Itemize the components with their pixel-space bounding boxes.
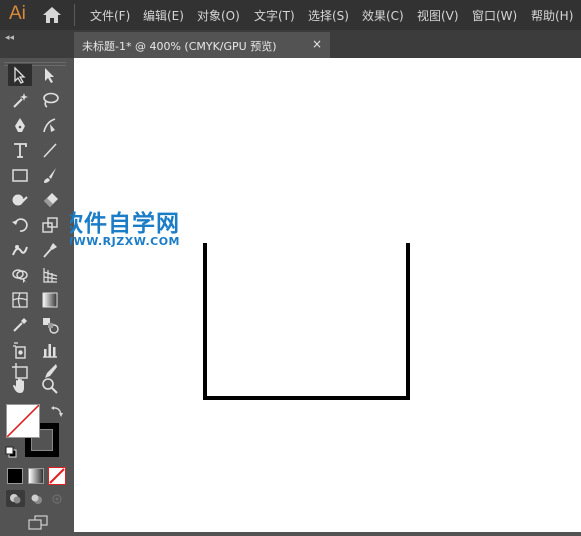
watermark-title: 软件自学网 bbox=[60, 211, 180, 237]
line-segment-icon bbox=[43, 143, 57, 158]
none-mode-icon bbox=[49, 468, 65, 484]
type-tool-icon bbox=[14, 143, 27, 158]
menu-view[interactable]: 视图(V) bbox=[417, 7, 459, 24]
artboard-tool[interactable] bbox=[8, 352, 32, 379]
magic-wand-icon bbox=[13, 93, 28, 108]
draw-normal-button[interactable] bbox=[6, 490, 25, 507]
eyedropper-icon bbox=[13, 318, 27, 332]
selection-tool-icon bbox=[14, 66, 26, 84]
line-segment-tool[interactable] bbox=[38, 139, 62, 161]
pen-tool-icon bbox=[15, 118, 25, 132]
color-mode-button[interactable] bbox=[7, 468, 23, 484]
type-tool[interactable] bbox=[8, 139, 32, 161]
menu-object[interactable]: 对象(O) bbox=[197, 7, 240, 24]
screen-mode-button[interactable] bbox=[26, 514, 50, 532]
blend-tool-icon bbox=[43, 318, 59, 334]
mesh-tool-icon bbox=[12, 292, 28, 308]
close-tab-icon[interactable]: × bbox=[312, 37, 322, 51]
menu-type[interactable]: 文字(T) bbox=[254, 7, 295, 24]
gradient-mode-button[interactable] bbox=[28, 468, 44, 484]
paintbrush-tool[interactable] bbox=[38, 164, 62, 186]
direct-selection-tool[interactable] bbox=[38, 64, 62, 86]
paintbrush-icon bbox=[44, 168, 56, 183]
screen-mode-icon bbox=[28, 515, 48, 530]
watermark-url: WWW.RJZXW.COM bbox=[61, 235, 180, 248]
swap-colors-icon[interactable] bbox=[50, 404, 64, 418]
shaper-tool-icon bbox=[12, 194, 28, 206]
selection-tool[interactable] bbox=[8, 64, 32, 86]
rectangle-tool[interactable] bbox=[8, 164, 32, 186]
perspective-grid-tool[interactable] bbox=[38, 264, 62, 286]
app-logo: Ai bbox=[9, 3, 26, 24]
scale-tool-icon bbox=[42, 217, 58, 233]
lasso-icon bbox=[43, 92, 59, 108]
width-tool[interactable] bbox=[8, 239, 32, 261]
scale-tool[interactable] bbox=[38, 214, 62, 236]
u-shape-path bbox=[203, 243, 410, 400]
zoom-tool-icon bbox=[42, 378, 58, 394]
home-icon[interactable] bbox=[42, 6, 62, 24]
artboard-canvas[interactable] bbox=[74, 58, 581, 532]
menu-file[interactable]: 文件(F) bbox=[90, 7, 130, 24]
document-tab[interactable]: 未标题-1* @ 400% (CMYK/GPU 预览) × bbox=[74, 32, 330, 58]
rotate-tool[interactable] bbox=[8, 214, 32, 236]
draw-inside-button[interactable] bbox=[48, 490, 67, 507]
perspective-grid-icon bbox=[43, 268, 58, 283]
shape-builder-tool[interactable] bbox=[8, 264, 32, 286]
blend-tool[interactable] bbox=[38, 314, 62, 336]
gradient-tool[interactable] bbox=[38, 289, 62, 311]
lasso-tool[interactable] bbox=[38, 89, 62, 111]
none-fill-slash bbox=[7, 405, 39, 437]
draw-inside-icon bbox=[52, 494, 62, 504]
menu-effect[interactable]: 效果(C) bbox=[362, 7, 404, 24]
puppet-warp-icon bbox=[43, 243, 57, 258]
menu-edit[interactable]: 编辑(E) bbox=[143, 7, 184, 24]
menu-window[interactable]: 窗口(W) bbox=[472, 7, 517, 24]
width-tool-icon bbox=[12, 245, 28, 256]
fill-swatch[interactable] bbox=[6, 404, 40, 438]
shape-builder-icon bbox=[12, 269, 28, 283]
puppet-warp-tool[interactable] bbox=[38, 239, 62, 261]
rectangle-tool-icon bbox=[12, 169, 28, 182]
hand-tool-icon bbox=[13, 378, 24, 393]
collapse-panel-icon[interactable]: ◂◂ bbox=[5, 33, 14, 43]
curvature-tool-icon bbox=[43, 118, 56, 133]
eraser-tool[interactable] bbox=[38, 189, 62, 211]
pen-tool[interactable] bbox=[8, 114, 32, 136]
rotate-tool-icon bbox=[12, 218, 28, 232]
eraser-icon bbox=[44, 193, 58, 207]
menu-help[interactable]: 帮助(H) bbox=[531, 7, 573, 24]
menu-select[interactable]: 选择(S) bbox=[308, 7, 349, 24]
artwork bbox=[203, 243, 410, 400]
menu-bar: Ai 文件(F) 编辑(E) 对象(O) 文字(T) 选择(S) 效果(C) 视… bbox=[0, 0, 581, 30]
draw-behind-button[interactable] bbox=[27, 490, 46, 507]
zoom-tool[interactable] bbox=[38, 375, 62, 397]
direct-selection-tool-icon bbox=[45, 68, 54, 83]
draw-behind-icon bbox=[31, 494, 42, 504]
hand-tool[interactable] bbox=[8, 375, 32, 397]
mesh-tool[interactable] bbox=[8, 289, 32, 311]
none-mode-button[interactable] bbox=[48, 467, 66, 485]
default-colors-icon[interactable] bbox=[5, 446, 17, 458]
curvature-tool[interactable] bbox=[38, 114, 62, 136]
gradient-tool-icon bbox=[42, 292, 58, 308]
magic-wand-tool[interactable] bbox=[8, 89, 32, 111]
shaper-tool[interactable] bbox=[8, 189, 32, 211]
eyedropper-tool[interactable] bbox=[8, 314, 32, 336]
menu-separator bbox=[74, 4, 75, 26]
draw-normal-icon bbox=[10, 494, 21, 504]
document-tab-label: 未标题-1* @ 400% (CMYK/GPU 预览) bbox=[82, 40, 277, 53]
slice-tool[interactable] bbox=[38, 352, 62, 378]
